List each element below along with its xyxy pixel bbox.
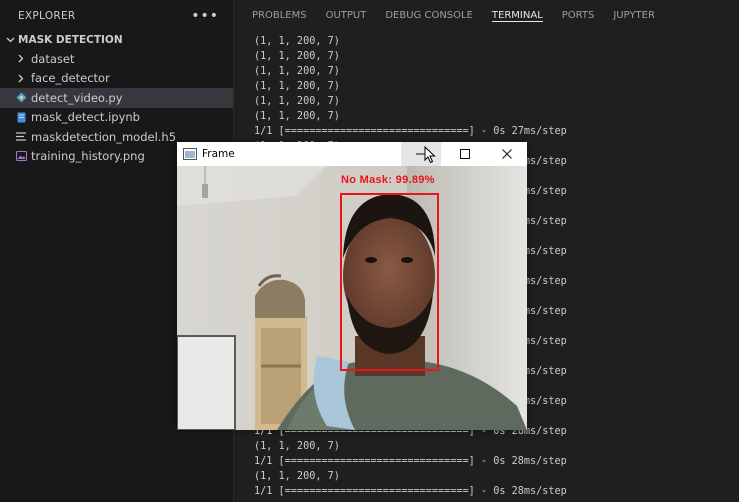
mouse-cursor-icon xyxy=(424,146,436,164)
tree-item-mask-detect[interactable]: mask_detect.ipynb xyxy=(0,108,233,128)
terminal-line: (1, 1, 200, 7) xyxy=(254,36,340,47)
image-file-icon xyxy=(15,150,27,162)
tree-item-label: detect_video.py xyxy=(31,90,123,105)
terminal-line: 1/1 [==============================] - 0… xyxy=(254,126,567,137)
terminal-line: 1/1 [==============================] - 0… xyxy=(254,456,567,467)
window-app-icon xyxy=(183,148,197,160)
camera-scene xyxy=(177,166,527,430)
terminal-line: (1, 1, 200, 7) xyxy=(254,81,340,92)
workspace-folder-name: MASK DETECTION xyxy=(18,33,123,46)
terminal-line: (1, 1, 200, 7) xyxy=(254,441,340,452)
notebook-file-icon xyxy=(15,111,27,123)
tab-debug-console[interactable]: DEBUG CONSOLE xyxy=(385,0,473,22)
maximize-button[interactable] xyxy=(445,142,485,166)
frame-title: Frame xyxy=(202,148,235,160)
chevron-down-icon xyxy=(3,37,17,43)
terminal-line: 1/1 [==============================] - 0… xyxy=(254,486,567,497)
panel-tabs: PROBLEMS OUTPUT DEBUG CONSOLE TERMINAL P… xyxy=(234,0,739,32)
terminal-line: (1, 1, 200, 7) xyxy=(254,66,340,77)
more-actions-icon[interactable]: ••• xyxy=(191,8,219,24)
tree-item-label: mask_detect.ipynb xyxy=(31,110,140,125)
tree-item-label: maskdetection_model.h5 xyxy=(31,129,177,144)
terminal-line: (1, 1, 200, 7) xyxy=(254,51,340,62)
terminal-line: (1, 1, 200, 7) xyxy=(254,96,340,107)
chevron-right-icon xyxy=(15,72,27,84)
tab-problems[interactable]: PROBLEMS xyxy=(252,0,307,22)
workspace-folder[interactable]: MASK DETECTION xyxy=(0,30,233,49)
tab-jupyter[interactable]: JUPYTER xyxy=(613,0,655,22)
camera-feed: No Mask: 99.89% xyxy=(177,166,527,430)
tree-item-dataset[interactable]: dataset xyxy=(0,49,233,69)
detection-label: No Mask: 99.89% xyxy=(341,174,435,186)
frame-title-bar[interactable]: Frame xyxy=(177,142,527,166)
tab-terminal[interactable]: TERMINAL xyxy=(491,0,543,22)
tree-item-face-detector[interactable]: face_detector xyxy=(0,69,233,89)
tree-item-detect-video[interactable]: detect_video.py xyxy=(0,88,233,108)
explorer-title: EXPLORER xyxy=(18,10,76,22)
close-button[interactable] xyxy=(487,142,527,166)
tab-output[interactable]: OUTPUT xyxy=(326,0,367,22)
tab-ports[interactable]: PORTS xyxy=(562,0,595,22)
terminal-line: (1, 1, 200, 7) xyxy=(254,111,340,122)
explorer-header: EXPLORER ••• xyxy=(0,0,233,32)
chevron-right-icon xyxy=(15,53,27,65)
terminal-line: (1, 1, 200, 7) xyxy=(254,471,340,482)
python-file-icon xyxy=(15,92,27,104)
frame-window[interactable]: Frame No Mask: 99.89% xyxy=(177,142,527,430)
lines-file-icon xyxy=(15,131,27,143)
tree-item-label: face_detector xyxy=(31,71,110,86)
tree-item-label: dataset xyxy=(31,51,75,66)
tree-item-label: training_history.png xyxy=(31,149,145,164)
